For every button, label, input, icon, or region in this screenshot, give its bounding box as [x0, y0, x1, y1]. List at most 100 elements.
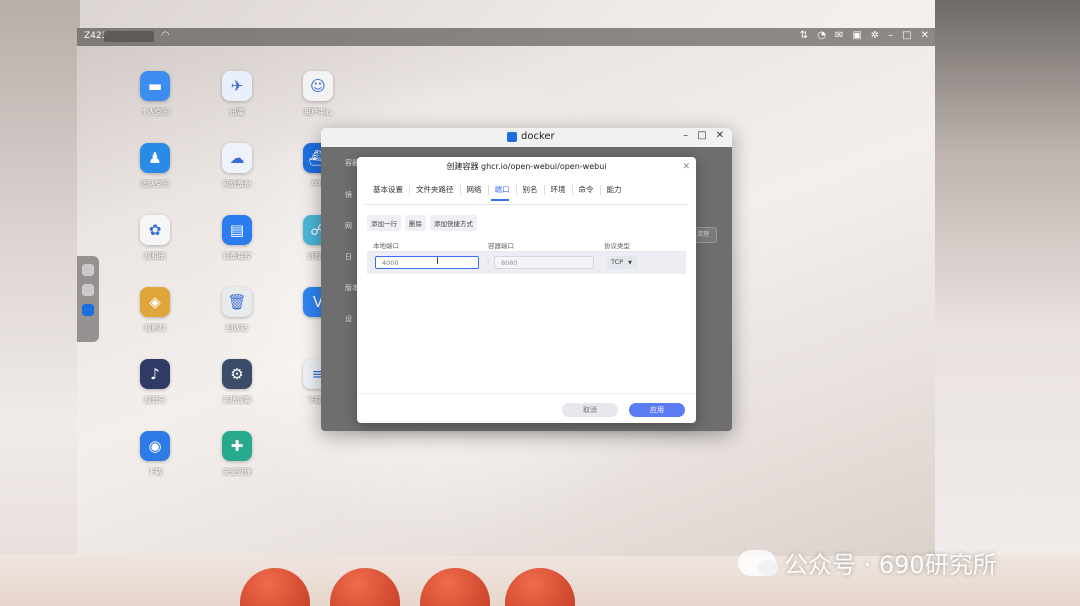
apply-button[interactable]: 应用: [629, 403, 685, 417]
download-icon: ◉: [140, 431, 170, 461]
port-separator: :: [487, 258, 490, 265]
local-port-input[interactable]: 4000: [375, 256, 479, 269]
docker-logo-icon: [507, 132, 517, 142]
container-port-input[interactable]: 8080: [494, 256, 594, 269]
close-icon[interactable]: ✕: [682, 162, 690, 172]
cancel-button[interactable]: 取消: [562, 403, 618, 417]
desktop-app-label: 极影视: [144, 324, 166, 332]
delete-button[interactable]: 删除: [405, 215, 426, 231]
wechat-logo-icon: [738, 549, 778, 576]
desktop-app-label: 设备监控: [223, 252, 251, 260]
redacted-hostname: [104, 31, 154, 42]
close-icon[interactable]: ✕: [921, 30, 929, 41]
maximize-icon[interactable]: □: [697, 130, 706, 141]
top-bar-icons: ⇅ ◔ ✉ ▣ ✲ – □ ✕: [800, 30, 929, 41]
desktop-app-label: 极音乐: [144, 396, 166, 404]
table-row: 4000 Ⅰ : 8080 TCP ▼: [367, 252, 686, 274]
column-protocol: 协议类型: [604, 242, 630, 250]
dialog-tabs: 基本设置 文件夹路径 网络 端口 别名 环境 命令 能力: [367, 185, 628, 195]
desktop-app[interactable]: ☺ 用户中心: [288, 71, 348, 117]
photos-icon: ✿: [140, 215, 170, 245]
desktop-app-label: 网盘备份: [223, 180, 251, 188]
sidebar-fragment[interactable]: 网: [345, 221, 352, 231]
wallpaper-right: [935, 0, 1080, 606]
docker-window-title: docker: [521, 131, 555, 142]
desktop-app-label: 系统设置: [223, 396, 251, 404]
docker-titlebar: docker – □ ✕: [321, 128, 732, 147]
sidebar-fragment[interactable]: 设: [345, 314, 352, 324]
protocol-value: TCP: [611, 258, 624, 266]
desktop-app-label: 迅雷: [230, 108, 244, 116]
desktop-app-label: 安全管理: [223, 468, 251, 476]
minimize-icon[interactable]: –: [888, 30, 893, 41]
divider: [365, 204, 688, 205]
folder-icon: ▬: [140, 71, 170, 101]
user-center-icon: ☺: [303, 71, 333, 101]
port-actions: 添加一行 删除 添加快捷方式: [367, 215, 477, 231]
mail-icon[interactable]: ✉: [835, 30, 843, 41]
desktop-app-label: 用户中心: [304, 108, 332, 116]
desktop-app-label: 团队空间: [141, 180, 169, 188]
footer-divider: [357, 393, 696, 394]
desktop-app[interactable]: ♪ 极音乐: [125, 359, 185, 405]
active-tab-indicator: [491, 199, 509, 201]
team-folder-icon: ♟: [140, 143, 170, 173]
desktop-app[interactable]: ▤ 设备监控: [207, 215, 267, 261]
desktop-app[interactable]: ◉ 下载: [125, 431, 185, 477]
apps-grid-icon[interactable]: [82, 284, 94, 296]
dialog-title: 创建容器 ghcr.io/open-webui/open-webui: [446, 162, 607, 171]
add-row-button[interactable]: 添加一行: [367, 215, 401, 231]
cloud-backup-icon: ☁: [222, 143, 252, 173]
desktop-app-label: 个人空间: [141, 108, 169, 116]
column-local-port: 本地端口: [373, 242, 399, 250]
watermark-text: 公众号 · 690研究所: [784, 551, 997, 579]
tab-alias[interactable]: 别名: [517, 185, 545, 195]
user-icon[interactable]: ▣: [852, 30, 861, 41]
desktop-app-label: 极相册: [144, 252, 166, 260]
tab-capabilities[interactable]: 能力: [601, 185, 628, 195]
desktop-app[interactable]: ✚ 安全管理: [207, 431, 267, 477]
desktop-app[interactable]: ☁ 网盘备份: [207, 143, 267, 189]
desktop-app[interactable]: ✈ 迅雷: [207, 71, 267, 117]
tab-env[interactable]: 环境: [545, 185, 573, 195]
wifi-icon: ◠: [161, 30, 170, 41]
watermark: 公众号 · 690研究所: [738, 545, 997, 580]
restore-icon[interactable]: □: [902, 30, 911, 41]
dock-item[interactable]: [82, 264, 94, 276]
desktop-app-label: 下载: [148, 468, 162, 476]
settings-icon[interactable]: ✲: [871, 30, 879, 41]
add-shortcut-button[interactable]: 添加快捷方式: [430, 215, 477, 231]
tab-ports[interactable]: 端口: [489, 185, 517, 195]
minimize-icon[interactable]: –: [683, 130, 688, 141]
sidebar-fragment[interactable]: 镜: [345, 190, 352, 200]
desktop-app[interactable]: ♟ 团队空间: [125, 143, 185, 189]
desktop-app[interactable]: ✿ 极相册: [125, 215, 185, 261]
tab-network[interactable]: 网络: [461, 185, 489, 195]
chevron-down-icon: ▼: [628, 260, 632, 266]
desktop-app[interactable]: ⚙ 系统设置: [207, 359, 267, 405]
video-icon: ◈: [140, 287, 170, 317]
create-container-dialog: 创建容器 ghcr.io/open-webui/open-webui ✕ 基本设…: [357, 157, 696, 423]
system-settings-icon: ⚙: [222, 359, 252, 389]
protocol-select[interactable]: TCP ▼: [607, 256, 637, 269]
desktop-app-label: 回收站: [226, 324, 248, 332]
docker-dock-icon[interactable]: [82, 304, 94, 316]
close-icon[interactable]: ✕: [716, 130, 724, 141]
sidebar-fragment[interactable]: 日: [345, 252, 352, 262]
top-bar: Z423- ◠ ⇅ ◔ ✉ ▣ ✲ – □ ✕: [77, 28, 935, 46]
left-dock: [77, 256, 99, 342]
desktop-app[interactable]: 🗑 回收站: [207, 287, 267, 333]
text-cursor-icon: Ⅰ: [436, 256, 439, 267]
transfer-icon[interactable]: ⇅: [800, 30, 808, 41]
desktop-app[interactable]: ▬ 个人空间: [125, 71, 185, 117]
tab-folders[interactable]: 文件夹路径: [410, 185, 461, 195]
dashboard-icon[interactable]: ◔: [817, 30, 826, 41]
desktop-app[interactable]: ◈ 极影视: [125, 287, 185, 333]
tab-command[interactable]: 命令: [573, 185, 601, 195]
wallpaper-left: [0, 0, 80, 606]
column-container-port: 容器端口: [488, 242, 514, 250]
monitor-icon: ▤: [222, 215, 252, 245]
ports-table-header: 本地端口 容器端口 协议类型: [367, 237, 686, 252]
tab-basic[interactable]: 基本设置: [367, 185, 410, 195]
thunder-icon: ✈: [222, 71, 252, 101]
